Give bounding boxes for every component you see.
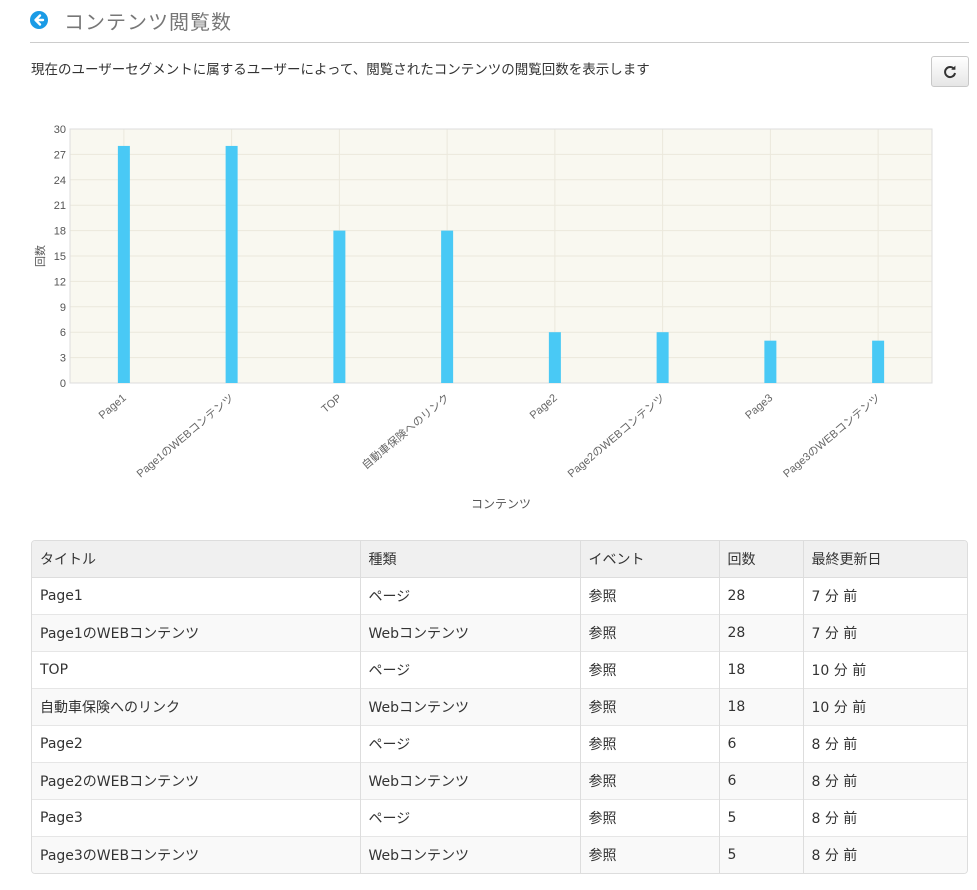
cell-count: 28	[719, 577, 804, 615]
bar	[333, 230, 346, 383]
cell-count: 5	[719, 836, 804, 873]
y-tick-label: 3	[60, 353, 66, 365]
content-views-table: タイトル 種類 イベント 回数 最終更新日 Page1 ページ 参照 28 7 …	[31, 540, 968, 874]
cell-title: Page2のWEBコンテンツ	[32, 762, 361, 800]
bar	[656, 332, 669, 383]
column-header-last-updated[interactable]: 最終更新日	[803, 541, 967, 578]
x-tick-label: 自動車保険へのリンク	[359, 391, 452, 472]
table-row: 自動車保険へのリンク Webコンテンツ 参照 18 10 分 前	[32, 688, 967, 726]
cell-event: 参照	[580, 651, 720, 689]
cell-type: Webコンテンツ	[360, 836, 581, 873]
y-tick-label: 15	[54, 251, 66, 263]
bar	[225, 145, 238, 383]
bar	[764, 340, 777, 383]
cell-title: Page2	[32, 725, 361, 763]
bar	[872, 340, 885, 383]
cell-last-updated: 10 分 前	[803, 651, 967, 689]
column-header-count[interactable]: 回数	[719, 541, 804, 578]
x-tick-label: Page1	[97, 392, 129, 422]
cell-type: ページ	[360, 799, 581, 837]
x-tick-label: Page1のWEBコンテンツ	[135, 392, 237, 480]
table-row: Page2 ページ 参照 6 8 分 前	[32, 725, 967, 763]
cell-title: TOP	[32, 651, 361, 689]
y-tick-label: 30	[54, 124, 66, 136]
y-tick-label: 6	[60, 327, 66, 339]
table-row: Page1のWEBコンテンツ Webコンテンツ 参照 28 7 分 前	[32, 614, 967, 652]
cell-count: 18	[719, 651, 804, 689]
table-row: Page2のWEBコンテンツ Webコンテンツ 参照 6 8 分 前	[32, 762, 967, 800]
x-tick-label: Page2	[528, 392, 560, 422]
cell-title: 自動車保険へのリンク	[32, 688, 361, 726]
y-tick-label: 18	[54, 226, 66, 238]
y-tick-label: 27	[54, 149, 66, 161]
table-header-row: タイトル 種類 イベント 回数 最終更新日	[32, 541, 967, 578]
cell-event: 参照	[580, 688, 720, 726]
cell-last-updated: 7 分 前	[803, 614, 967, 652]
page-description: 現在のユーザーセグメントに属するユーザーによって、閲覧されたコンテンツの閲覧回数…	[31, 62, 650, 78]
cell-last-updated: 8 分 前	[803, 725, 967, 763]
cell-event: 参照	[580, 577, 720, 615]
table-row: Page1 ページ 参照 28 7 分 前	[32, 577, 967, 615]
x-tick-label: Page3のWEBコンテンツ	[781, 392, 883, 480]
column-header-event[interactable]: イベント	[580, 541, 720, 578]
cell-last-updated: 8 分 前	[803, 762, 967, 800]
cell-title: Page1	[32, 577, 361, 615]
cell-event: 参照	[580, 762, 720, 800]
bar	[548, 332, 561, 383]
y-tick-label: 9	[60, 302, 66, 314]
x-tick-label: Page3	[743, 392, 775, 422]
cell-event: 参照	[580, 614, 720, 652]
cell-title: Page3のWEBコンテンツ	[32, 836, 361, 873]
cell-count: 5	[719, 799, 804, 837]
refresh-icon	[944, 65, 956, 79]
cell-title: Page3	[32, 799, 361, 837]
x-tick-label: TOP	[319, 392, 344, 416]
bar	[441, 230, 454, 383]
refresh-button[interactable]	[931, 56, 969, 87]
content-views-chart: 0 3 6 9 12 15 18 21 24 27 30 Page1 Page1のWEBコンテンツ TOP…	[0, 100, 977, 520]
y-axis-label: 回数	[34, 245, 47, 267]
table-row: Page3 ページ 参照 5 8 分 前	[32, 799, 967, 837]
cell-count: 28	[719, 614, 804, 652]
y-tick-label: 12	[54, 276, 66, 288]
cell-last-updated: 8 分 前	[803, 836, 967, 873]
column-header-type[interactable]: 種類	[360, 541, 581, 578]
cell-count: 6	[719, 762, 804, 800]
x-tick-label: Page2のWEBコンテンツ	[566, 392, 668, 480]
table-row: TOP ページ 参照 18 10 分 前	[32, 651, 967, 689]
cell-title: Page1のWEBコンテンツ	[32, 614, 361, 652]
column-header-title[interactable]: タイトル	[32, 541, 361, 578]
cell-type: ページ	[360, 725, 581, 763]
bar	[117, 145, 130, 383]
cell-last-updated: 8 分 前	[803, 799, 967, 837]
cell-last-updated: 7 分 前	[803, 577, 967, 615]
bar-chart: 0 3 6 9 12 15 18 21 24 27 30 Page1 Page1のWEBコンテンツ TOP…	[34, 124, 933, 511]
cell-type: ページ	[360, 577, 581, 615]
y-tick-label: 0	[60, 378, 66, 390]
cell-count: 6	[719, 725, 804, 763]
x-axis-label: コンテンツ	[471, 497, 531, 511]
page-title: コンテンツ閲覧数	[64, 10, 232, 34]
page-header: コンテンツ閲覧数	[30, 4, 969, 43]
arrow-left-circle-icon[interactable]	[30, 11, 48, 29]
cell-count: 18	[719, 688, 804, 726]
cell-event: 参照	[580, 725, 720, 763]
y-tick-label: 24	[54, 175, 66, 187]
cell-event: 参照	[580, 799, 720, 837]
y-tick-label: 21	[54, 200, 66, 212]
cell-type: ページ	[360, 651, 581, 689]
cell-event: 参照	[580, 836, 720, 873]
cell-last-updated: 10 分 前	[803, 688, 967, 726]
cell-type: Webコンテンツ	[360, 688, 581, 726]
cell-type: Webコンテンツ	[360, 614, 581, 652]
cell-type: Webコンテンツ	[360, 762, 581, 800]
table-row: Page3のWEBコンテンツ Webコンテンツ 参照 5 8 分 前	[32, 836, 967, 873]
